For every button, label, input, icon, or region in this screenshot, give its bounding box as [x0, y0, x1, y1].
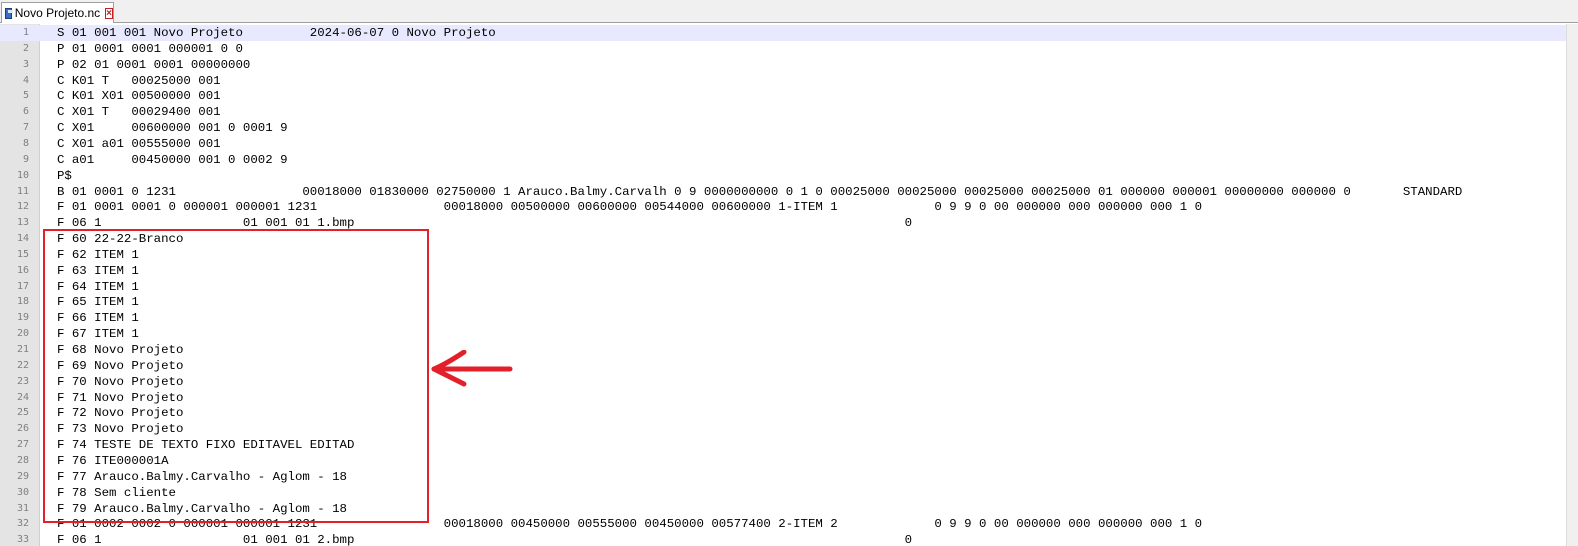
- line-number: 14: [16, 233, 29, 245]
- editor-line[interactable]: 2 P 01 0001 0001 000001 0 0: [0, 41, 1566, 57]
- line-text[interactable]: P 01 0001 0001 000001 0 0: [57, 41, 243, 57]
- editor-line[interactable]: 8 C X01 a01 00555000 001: [0, 136, 1566, 152]
- editor-line[interactable]: 11 B 01 0001 0 1231 00018000 01830000 027…: [0, 184, 1566, 200]
- line-text[interactable]: P 02 01 0001 0001 00000000: [57, 57, 250, 73]
- vertical-scrollbar[interactable]: [1566, 24, 1578, 546]
- line-text[interactable]: S 01 001 001 Novo Projeto 2024-06-07 0 N…: [57, 25, 496, 41]
- line-number: 26: [16, 423, 29, 435]
- line-text[interactable]: C a01 00450000 001 0 0002 9: [57, 152, 288, 168]
- line-number: 18: [16, 296, 29, 308]
- close-icon[interactable]: ×: [105, 7, 113, 19]
- line-number: 31: [16, 502, 29, 514]
- editor-line[interactable]: 10 P$: [0, 168, 1566, 184]
- editor-line[interactable]: 12 F 01 0001 0001 0 000001 000001 1231 00…: [0, 199, 1566, 215]
- tab-novo-projeto[interactable]: Novo Projeto.nc ×: [1, 2, 114, 23]
- line-number: 3: [22, 58, 29, 70]
- editor-line[interactable]: 5 C K01 X01 00500000 001: [0, 88, 1566, 104]
- line-number: 19: [16, 312, 29, 324]
- line-number: 28: [16, 454, 29, 466]
- line-number: 2: [22, 42, 29, 54]
- editor-line[interactable]: 6 C X01 T 00029400 001: [0, 104, 1566, 120]
- line-number: 7: [22, 122, 29, 134]
- line-text[interactable]: C K01 X01 00500000 001: [57, 88, 221, 104]
- line-number: 16: [16, 264, 29, 276]
- line-number: 8: [22, 137, 29, 149]
- line-text[interactable]: C K01 T 00025000 001: [57, 73, 221, 89]
- line-text[interactable]: C X01 T 00029400 001: [57, 104, 221, 120]
- annotation-highlight-box: [43, 229, 429, 523]
- line-number: 1: [22, 27, 29, 38]
- editor-line[interactable]: 33 F 06 1 01 001 01 2.bmp 0: [0, 532, 1566, 546]
- line-number: 5: [22, 90, 29, 102]
- tab-bar: Novo Projeto.nc ×: [0, 0, 1578, 23]
- line-text[interactable]: F 06 1 01 001 01 2.bmp 0: [57, 532, 912, 546]
- annotation-arrow-icon: [431, 350, 513, 387]
- line-number: 25: [16, 407, 29, 419]
- line-number: 6: [22, 106, 29, 118]
- line-number: 10: [16, 169, 29, 181]
- line-number: 13: [16, 217, 29, 229]
- line-text[interactable]: F 01 0001 0001 0 000001 000001 1231 0001…: [57, 199, 1202, 215]
- editor-line[interactable]: 7 C X01 00600000 001 0 0001 9: [0, 120, 1566, 136]
- line-number: 33: [16, 534, 29, 546]
- line-number: 4: [22, 74, 29, 86]
- editor-line[interactable]: 1 S 01 001 001 Novo Projeto 2024-06-07 0 …: [0, 25, 1566, 41]
- line-number: 15: [16, 248, 29, 260]
- line-text[interactable]: B 01 0001 0 1231 00018000 01830000 02750…: [57, 184, 1462, 200]
- editor-line[interactable]: 4 C K01 T 00025000 001: [0, 73, 1566, 89]
- editor-line[interactable]: 9 C a01 00450000 001 0 0002 9: [0, 152, 1566, 168]
- line-number: 17: [16, 280, 29, 292]
- line-number: 27: [16, 439, 29, 451]
- line-number: 29: [16, 470, 29, 482]
- line-text[interactable]: C X01 a01 00555000 001: [57, 136, 221, 152]
- line-number: 9: [22, 153, 29, 165]
- save-icon: [5, 7, 13, 19]
- editor-line[interactable]: 3 P 02 01 0001 0001 00000000: [0, 57, 1566, 73]
- line-number: 21: [16, 344, 29, 355]
- line-text[interactable]: P$: [57, 168, 72, 184]
- line-text[interactable]: C X01 00600000 001 0 0001 9: [57, 120, 288, 136]
- line-number: 23: [16, 375, 29, 387]
- tab-label: Novo Projeto.nc: [14, 6, 101, 20]
- line-number: 24: [16, 391, 29, 403]
- line-number: 20: [16, 328, 29, 340]
- line-number: 22: [16, 359, 29, 371]
- line-number: 11: [16, 185, 29, 197]
- line-number: 32: [16, 518, 29, 530]
- line-number: 30: [16, 486, 29, 498]
- line-number: 12: [16, 201, 29, 213]
